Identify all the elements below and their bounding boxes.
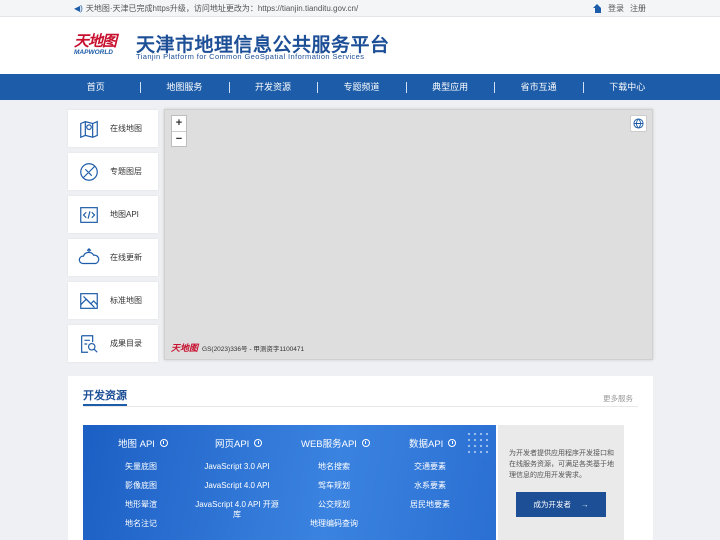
- api-item[interactable]: 交通要素: [385, 462, 475, 472]
- decor-dots: [466, 431, 488, 457]
- api-list-box: 地图 API 矢量底图 影像底图 地形晕渲 地名注记 网页API JavaScr…: [83, 425, 496, 540]
- side-item-label: 成果目录: [110, 339, 142, 348]
- button-label: 成为开发者: [533, 500, 572, 509]
- top-bar: ◀) 天地图·天津已完成https升级，访问地址更改为：https://tian…: [0, 0, 720, 17]
- nav-dev-resources[interactable]: 开发资源: [228, 74, 318, 100]
- map-attribution: 天地图 GS(2023)336号 - 甲测资字1100471: [171, 341, 304, 354]
- code-icon: [80, 206, 98, 223]
- nav-download[interactable]: 下载中心: [582, 74, 672, 100]
- zoom-out-button[interactable]: −: [172, 131, 186, 146]
- notice-text: 天地图·天津已完成https升级，访问地址更改为：https://tianjin…: [85, 4, 359, 13]
- mapworld-logo[interactable]: 天地图 MAPWORLD: [74, 30, 124, 60]
- speaker-icon: ◀): [74, 4, 83, 13]
- developer-intro: 为开发者提供应用程序开发接口和在线服务资源，可满足各类基于地理信息的应用开发需求…: [498, 425, 624, 540]
- nav-map-services[interactable]: 地图服务: [140, 74, 229, 100]
- side-item-online-update[interactable]: 在线更新: [68, 239, 158, 276]
- main-nav: 首页 地图服务 开发资源 专题频道 典型应用 省市互通 下载中心: [0, 74, 720, 100]
- nav-thematic[interactable]: 专题频道: [317, 74, 406, 100]
- side-item-online-map[interactable]: 在线地图: [68, 110, 158, 147]
- logo-en: MAPWORLD: [74, 49, 113, 56]
- api-item[interactable]: 地形晕渲: [96, 500, 186, 510]
- api-item[interactable]: 公交规划: [289, 500, 379, 510]
- arrow-right-icon: →: [581, 500, 589, 509]
- download-icon: [361, 439, 370, 447]
- col-head-web-service-api[interactable]: WEB服务API: [301, 436, 370, 450]
- api-item[interactable]: 水系要素: [385, 481, 475, 491]
- download-icon: [159, 439, 168, 447]
- side-item-label: 在线更新: [110, 253, 142, 262]
- api-item[interactable]: 矢量底图: [96, 462, 186, 472]
- nav-interconnect[interactable]: 省市互通: [494, 74, 583, 100]
- nav-applications[interactable]: 典型应用: [405, 74, 495, 100]
- login-link[interactable]: 登录: [608, 3, 624, 14]
- side-item-map-api[interactable]: 地图API: [68, 196, 158, 233]
- site-subtitle: Tianjin Platform for Common GeoSpatial I…: [136, 52, 365, 61]
- download-icon: [448, 439, 457, 447]
- become-developer-button[interactable]: 成为开发者 →: [516, 492, 606, 517]
- side-item-label: 专题图层: [110, 167, 142, 176]
- download-icon: [254, 439, 263, 447]
- col-head-data-api[interactable]: 数据API: [409, 436, 457, 450]
- api-item[interactable]: 地名搜索: [289, 462, 379, 472]
- col-head-web-api[interactable]: 网页API: [215, 436, 263, 450]
- side-item-thematic-layer[interactable]: 专题图层: [68, 153, 158, 190]
- map-viewer[interactable]: + − 天地图 GS(2023)336号 - 甲测资字1100471: [164, 109, 653, 360]
- globe-icon: [633, 118, 644, 129]
- api-item[interactable]: 居民地要素: [385, 500, 475, 510]
- side-menu: 在线地图 专题图层 地图API 在线更新 标准地图 成果目录: [68, 110, 158, 368]
- api-item[interactable]: 地名注记: [96, 519, 186, 529]
- home-icon[interactable]: [593, 4, 602, 13]
- catalog-search-icon: [81, 334, 98, 353]
- col-title: 网页API: [215, 439, 250, 450]
- standard-map-icon: [80, 292, 98, 309]
- side-item-catalog[interactable]: 成果目录: [68, 325, 158, 362]
- col-title: WEB服务API: [301, 439, 357, 450]
- api-item[interactable]: JavaScript 3.0 API: [192, 462, 282, 472]
- api-item[interactable]: JavaScript 4.0 API: [192, 481, 282, 491]
- side-item-label: 在线地图: [110, 124, 142, 133]
- section-title: 开发资源: [83, 390, 127, 402]
- col-title: 地图 API: [118, 439, 155, 450]
- site-header: 天地图 MAPWORLD 天津市地理信息公共服务平台 Tianjin Platf…: [0, 17, 720, 74]
- divider: [83, 406, 638, 407]
- zoom-control: + −: [171, 115, 187, 147]
- map-logo: 天地图: [171, 344, 199, 354]
- side-item-standard-map[interactable]: 标准地图: [68, 282, 158, 319]
- zoom-in-button[interactable]: +: [172, 116, 186, 131]
- register-link[interactable]: 注册: [630, 3, 646, 14]
- top-links: 登录 注册: [593, 3, 646, 14]
- side-item-label: 地图API: [110, 210, 139, 219]
- api-item[interactable]: 地理编码查询: [289, 519, 379, 529]
- api-item[interactable]: 影像底图: [96, 481, 186, 491]
- more-services-link[interactable]: 更多服务: [603, 393, 633, 404]
- notice-bar: ◀) 天地图·天津已完成https升级，访问地址更改为：https://tian…: [74, 3, 358, 14]
- layer-compass-icon: [80, 162, 98, 181]
- col-title: 数据API: [409, 439, 444, 450]
- developer-intro-text: 为开发者提供应用程序开发接口和在线服务资源，可满足各类基于地理信息的应用开发需求…: [509, 450, 614, 479]
- api-item[interactable]: JavaScript 4.0 API 开源库: [192, 500, 282, 520]
- logo-cn: 天地图: [74, 32, 117, 50]
- col-head-map-api[interactable]: 地图 API: [118, 436, 168, 450]
- dev-resources-panel: 开发资源 更多服务 地图 API 矢量底图 影像底图 地形晕渲 地名注记 网页A…: [68, 376, 653, 540]
- map-layer-switch-button[interactable]: [630, 115, 647, 132]
- cloud-update-icon: [78, 247, 100, 264]
- map-pin-icon: [80, 120, 98, 138]
- api-item[interactable]: 驾车规划: [289, 481, 379, 491]
- side-item-label: 标准地图: [110, 296, 142, 305]
- nav-home[interactable]: 首页: [52, 74, 141, 100]
- approval-number: GS(2023)336号 - 甲测资字1100471: [202, 345, 305, 353]
